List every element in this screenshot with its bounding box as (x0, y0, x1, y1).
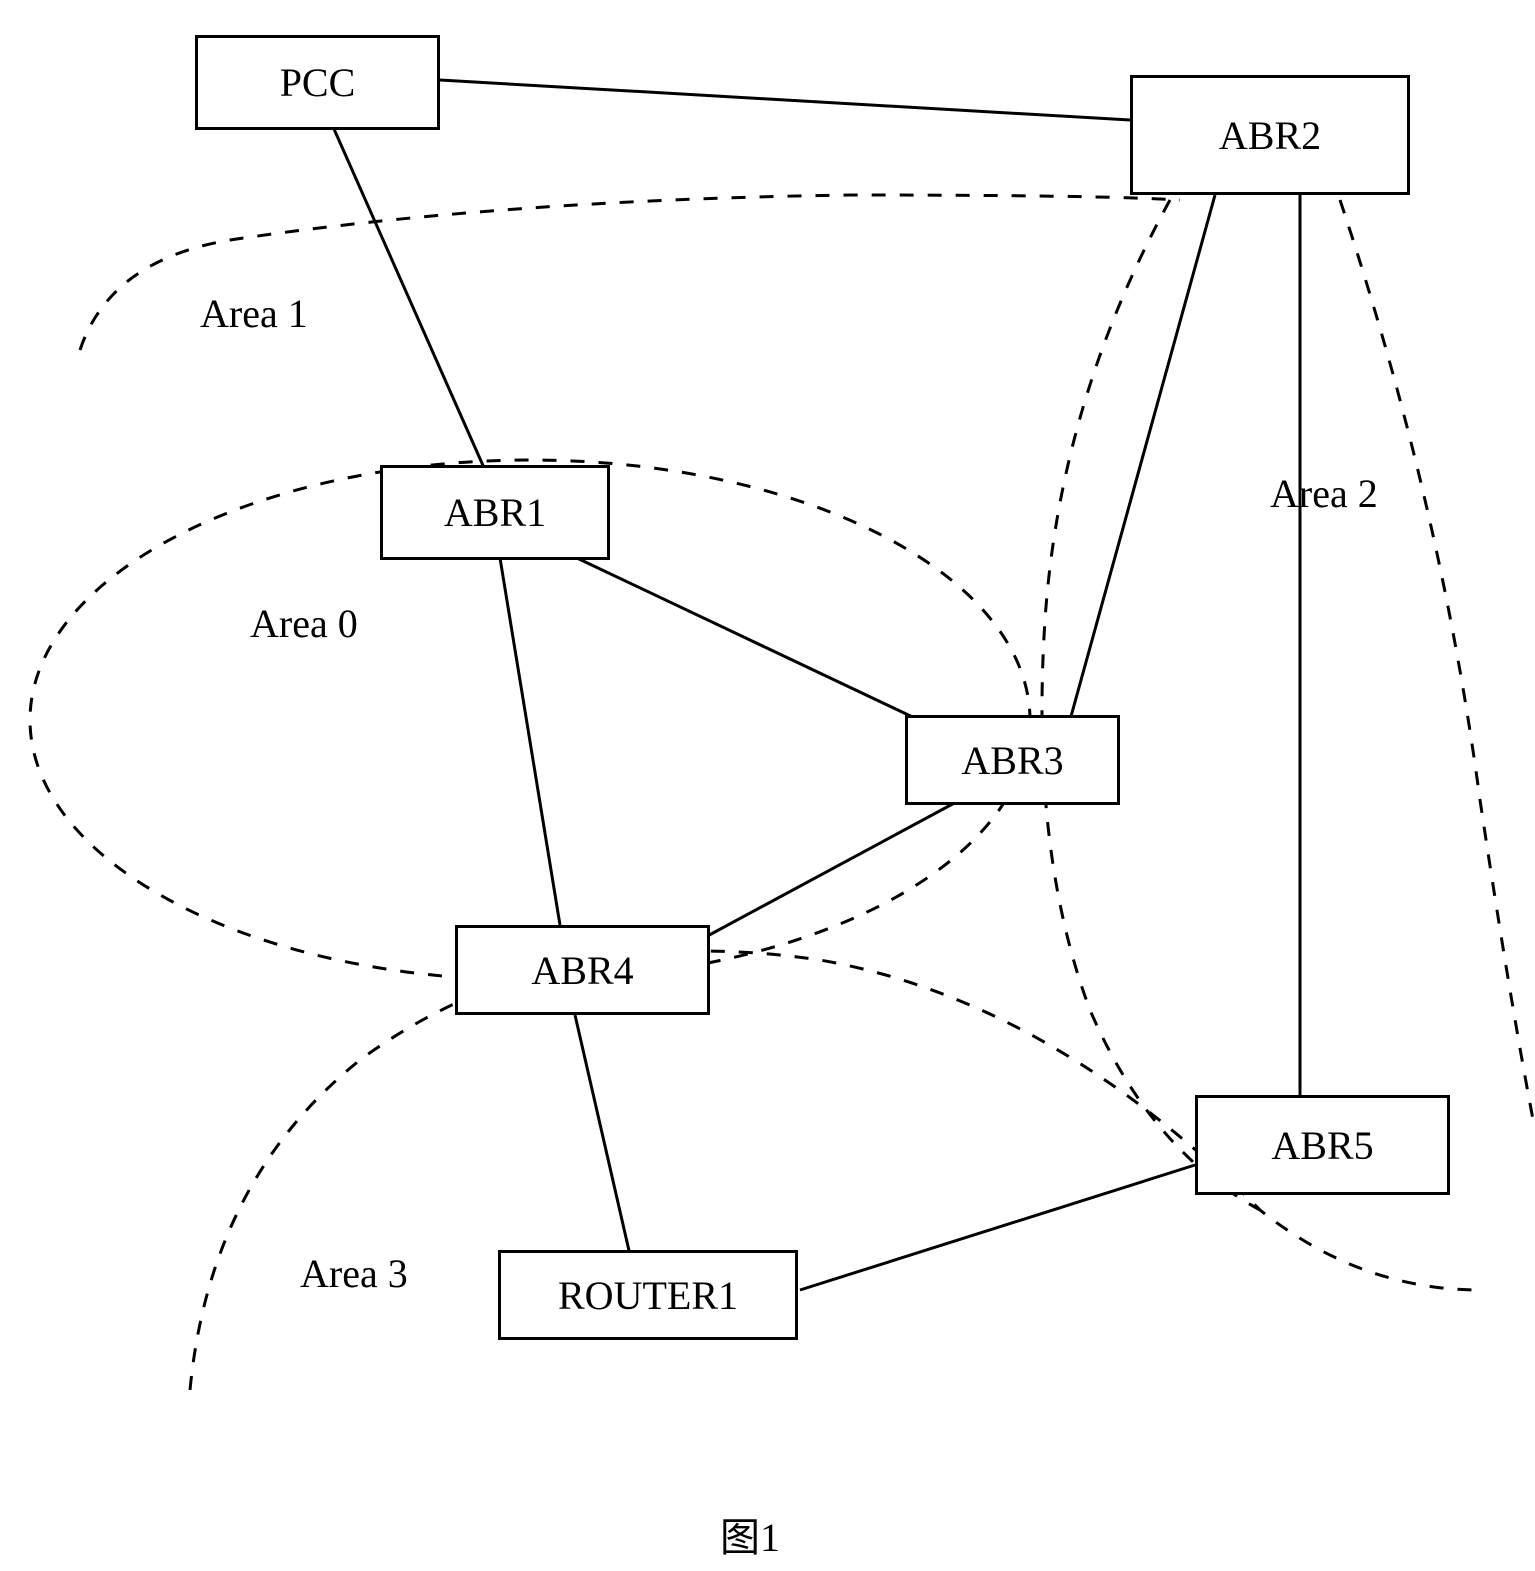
label-area3: Area 3 (300, 1250, 408, 1297)
node-abr4-label: ABR4 (531, 947, 633, 994)
figure-caption: 图1 (720, 1505, 780, 1563)
node-abr3: ABR3 (905, 715, 1120, 805)
node-router1-label: ROUTER1 (558, 1272, 738, 1319)
edge-router1-abr5 (800, 1165, 1195, 1290)
edge-abr3-abr4 (700, 800, 960, 940)
label-area0: Area 0 (250, 600, 358, 647)
edge-pcc-abr1 (330, 120, 485, 470)
label-area2: Area 2 (1270, 470, 1378, 517)
edge-abr2-abr3 (1070, 195, 1215, 720)
node-abr5: ABR5 (1195, 1095, 1450, 1195)
edge-abr1-abr4 (500, 558, 560, 925)
node-abr1-label: ABR1 (444, 489, 546, 536)
node-router1: ROUTER1 (498, 1250, 798, 1340)
edge-abr1-abr3 (560, 550, 940, 730)
label-area1: Area 1 (200, 290, 308, 337)
node-pcc: PCC (195, 35, 440, 130)
node-abr3-label: ABR3 (961, 737, 1063, 784)
node-abr2: ABR2 (1130, 75, 1410, 195)
edge-abr4-router1 (575, 1015, 630, 1255)
node-abr4: ABR4 (455, 925, 710, 1015)
node-pcc-label: PCC (280, 59, 356, 106)
node-abr2-label: ABR2 (1219, 112, 1321, 159)
area2-right-boundary (1340, 200, 1535, 1130)
node-abr5-label: ABR5 (1271, 1122, 1373, 1169)
edge-pcc-abr2 (440, 80, 1130, 120)
node-abr1: ABR1 (380, 465, 610, 560)
